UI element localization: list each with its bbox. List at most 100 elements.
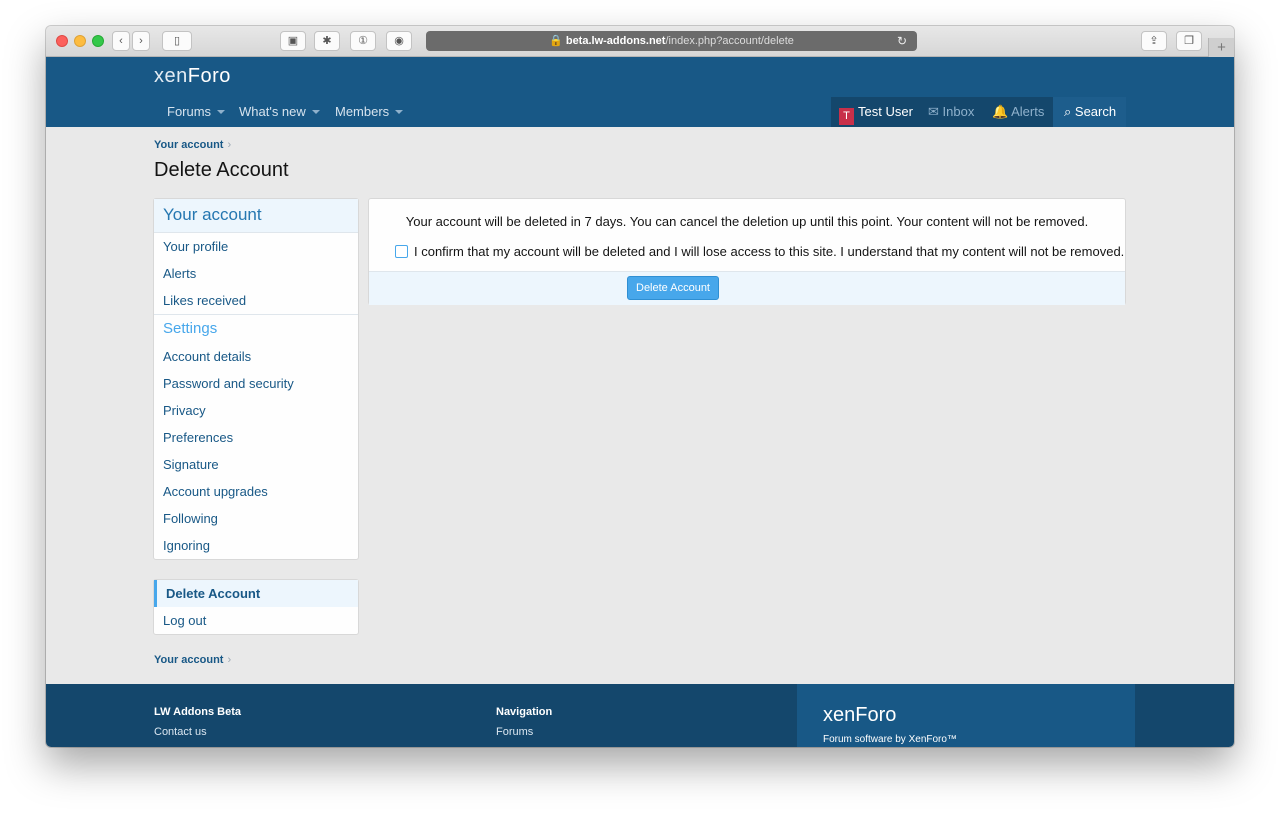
breadcrumb-bottom-link[interactable]: Your account (154, 654, 223, 666)
sidebar-item-password-security[interactable]: Password and security (154, 370, 358, 397)
footer-site-heading: LW Addons Beta (154, 706, 241, 718)
alerts-link[interactable]: 🔔 Alerts (992, 104, 1044, 120)
delete-account-button[interactable]: Delete Account (627, 276, 719, 300)
inbox-label: Inbox (942, 104, 975, 119)
footer-logo[interactable]: xenForo (823, 704, 896, 727)
nav-whats-new[interactable]: What's new (239, 104, 320, 119)
breadcrumb[interactable]: Your account › (154, 139, 231, 151)
main-nav: Forums What's new Members T Test User ✉ I… (46, 97, 1234, 127)
sidebar-heading[interactable]: Your account (154, 199, 358, 233)
sidebar-item-your-profile[interactable]: Your profile (154, 233, 358, 260)
form-submit-row: Delete Account (369, 271, 1125, 305)
breadcrumb-link[interactable]: Your account (154, 139, 223, 151)
lock-icon: 🔒 (549, 35, 563, 47)
sidebar-settings-heading: Settings (154, 314, 358, 343)
sidebar-item-signature[interactable]: Signature (154, 451, 358, 478)
nav-members[interactable]: Members (335, 104, 404, 119)
site-header: xenForo (46, 57, 1234, 97)
footer-col-site: LW Addons Beta Contact us (154, 706, 241, 738)
extension-button-1[interactable]: ▣ (280, 31, 306, 51)
account-actions-sidebar: Delete Account Log out (153, 579, 359, 635)
chevron-left-icon: ‹ (119, 35, 123, 47)
footer-contact-link[interactable]: Contact us (154, 726, 241, 738)
keyboard-icon: ▣ (287, 35, 299, 47)
confirm-label: I confirm that my account will be delete… (414, 244, 1125, 259)
sidebar-item-likes-received[interactable]: Likes received (154, 287, 358, 314)
search-link: ⌕ Search (1064, 104, 1116, 120)
page-title: Delete Account (154, 159, 289, 181)
caret-down-icon (311, 110, 320, 114)
browser-toolbar: ‹ › ▯ ▣ ✱ ① ◉ 🔒 beta.lw-addons.net/index… (46, 26, 1234, 57)
breadcrumb-separator: › (227, 139, 232, 151)
username: Test User (858, 104, 913, 119)
footer-nav-heading: Navigation (496, 706, 553, 718)
reload-icon[interactable]: ↻ (897, 31, 907, 51)
footer-col-navigation: Navigation Forums (496, 706, 552, 738)
caret-down-icon (217, 110, 226, 114)
sidebar-item-log-out[interactable]: Log out (154, 607, 358, 634)
logo-foro: Foro (187, 65, 231, 87)
user-menu[interactable]: T Test User (839, 104, 913, 125)
footer-brand-box: xenForo Forum software by XenForo™ (797, 684, 1135, 747)
share-icon: ⇪ (1149, 35, 1159, 47)
tabs-icon: ❐ (1184, 35, 1194, 47)
browser-window: ‹ › ▯ ▣ ✱ ① ◉ 🔒 beta.lw-addons.net/index… (46, 26, 1234, 747)
account-sidebar: Your account Your profile Alerts Likes r… (153, 198, 359, 560)
confirm-checkbox-row[interactable]: I confirm that my account will be delete… (395, 244, 1124, 259)
sidebar-icon: ▯ (173, 35, 181, 47)
footer-logo-foro: Foro (855, 704, 897, 726)
sidebar-item-privacy[interactable]: Privacy (154, 397, 358, 424)
forward-button[interactable]: › (132, 31, 150, 51)
footer-tagline[interactable]: Forum software by XenForo™ (823, 734, 957, 745)
search-icon: ⌕ (1064, 104, 1072, 119)
inbox-link[interactable]: ✉ Inbox (928, 104, 974, 120)
nav-forums[interactable]: Forums (167, 104, 226, 119)
avatar: T (839, 108, 854, 125)
chevron-right-icon: › (139, 35, 143, 47)
footer-forums-link[interactable]: Forums (496, 726, 552, 738)
minimize-window-button[interactable] (74, 35, 86, 47)
sidebar-item-account-upgrades[interactable]: Account upgrades (154, 478, 358, 505)
search-button[interactable]: ⌕ Search (1053, 97, 1126, 127)
footer-logo-xen: xen (823, 704, 856, 726)
sidebar-item-preferences[interactable]: Preferences (154, 424, 358, 451)
alerts-label: Alerts (1011, 104, 1045, 119)
share-button[interactable]: ⇪ (1141, 31, 1167, 51)
sidebar-item-alerts[interactable]: Alerts (154, 260, 358, 287)
star-icon: ✱ (322, 35, 332, 47)
address-bar[interactable]: 🔒 beta.lw-addons.net/index.php?account/d… (426, 31, 917, 51)
zoom-window-button[interactable] (92, 35, 104, 47)
site-logo[interactable]: xenForo (154, 65, 231, 88)
nav-whats-new-label: What's new (239, 104, 306, 119)
user-bar: T Test User ✉ Inbox 🔔 Alerts ⌕ Search (831, 97, 1126, 127)
breadcrumb-bottom[interactable]: Your account › (154, 654, 231, 666)
sidebar-item-ignoring[interactable]: Ignoring (154, 532, 358, 559)
search-label: Search (1074, 104, 1117, 119)
page-footer: LW Addons Beta Contact us Navigation For… (46, 684, 1234, 747)
nav-members-label: Members (335, 104, 390, 119)
url-path: /index.php?account/delete (665, 35, 794, 47)
delete-account-form: Your account will be deleted in 7 days. … (368, 198, 1126, 305)
sidebar-item-account-details[interactable]: Account details (154, 343, 358, 370)
deletion-message: Your account will be deleted in 7 days. … (405, 214, 1089, 229)
extension-button-3[interactable]: ① (350, 31, 376, 51)
logo-xen: xen (154, 65, 188, 87)
caret-down-icon (395, 110, 404, 114)
sidebar-item-following[interactable]: Following (154, 505, 358, 532)
bell-icon: 🔔 (992, 104, 1009, 119)
extension-button-2[interactable]: ✱ (314, 31, 340, 51)
extension-button-4[interactable]: ◉ (386, 31, 412, 51)
close-window-button[interactable] (56, 35, 68, 47)
sidebar-toggle-button[interactable]: ▯ (162, 31, 192, 51)
shield-icon: ◉ (394, 35, 404, 47)
back-button[interactable]: ‹ (112, 31, 130, 51)
onepassword-icon: ① (358, 35, 368, 47)
tabs-button[interactable]: ❐ (1176, 31, 1202, 51)
nav-forums-label: Forums (167, 104, 212, 119)
breadcrumb-separator: › (227, 654, 232, 666)
envelope-icon: ✉ (928, 104, 939, 119)
confirm-checkbox[interactable] (395, 245, 408, 258)
sidebar-item-delete-account[interactable]: Delete Account (154, 580, 358, 607)
new-tab-button[interactable]: + (1208, 38, 1234, 57)
url-host: beta.lw-addons.net (565, 35, 666, 47)
